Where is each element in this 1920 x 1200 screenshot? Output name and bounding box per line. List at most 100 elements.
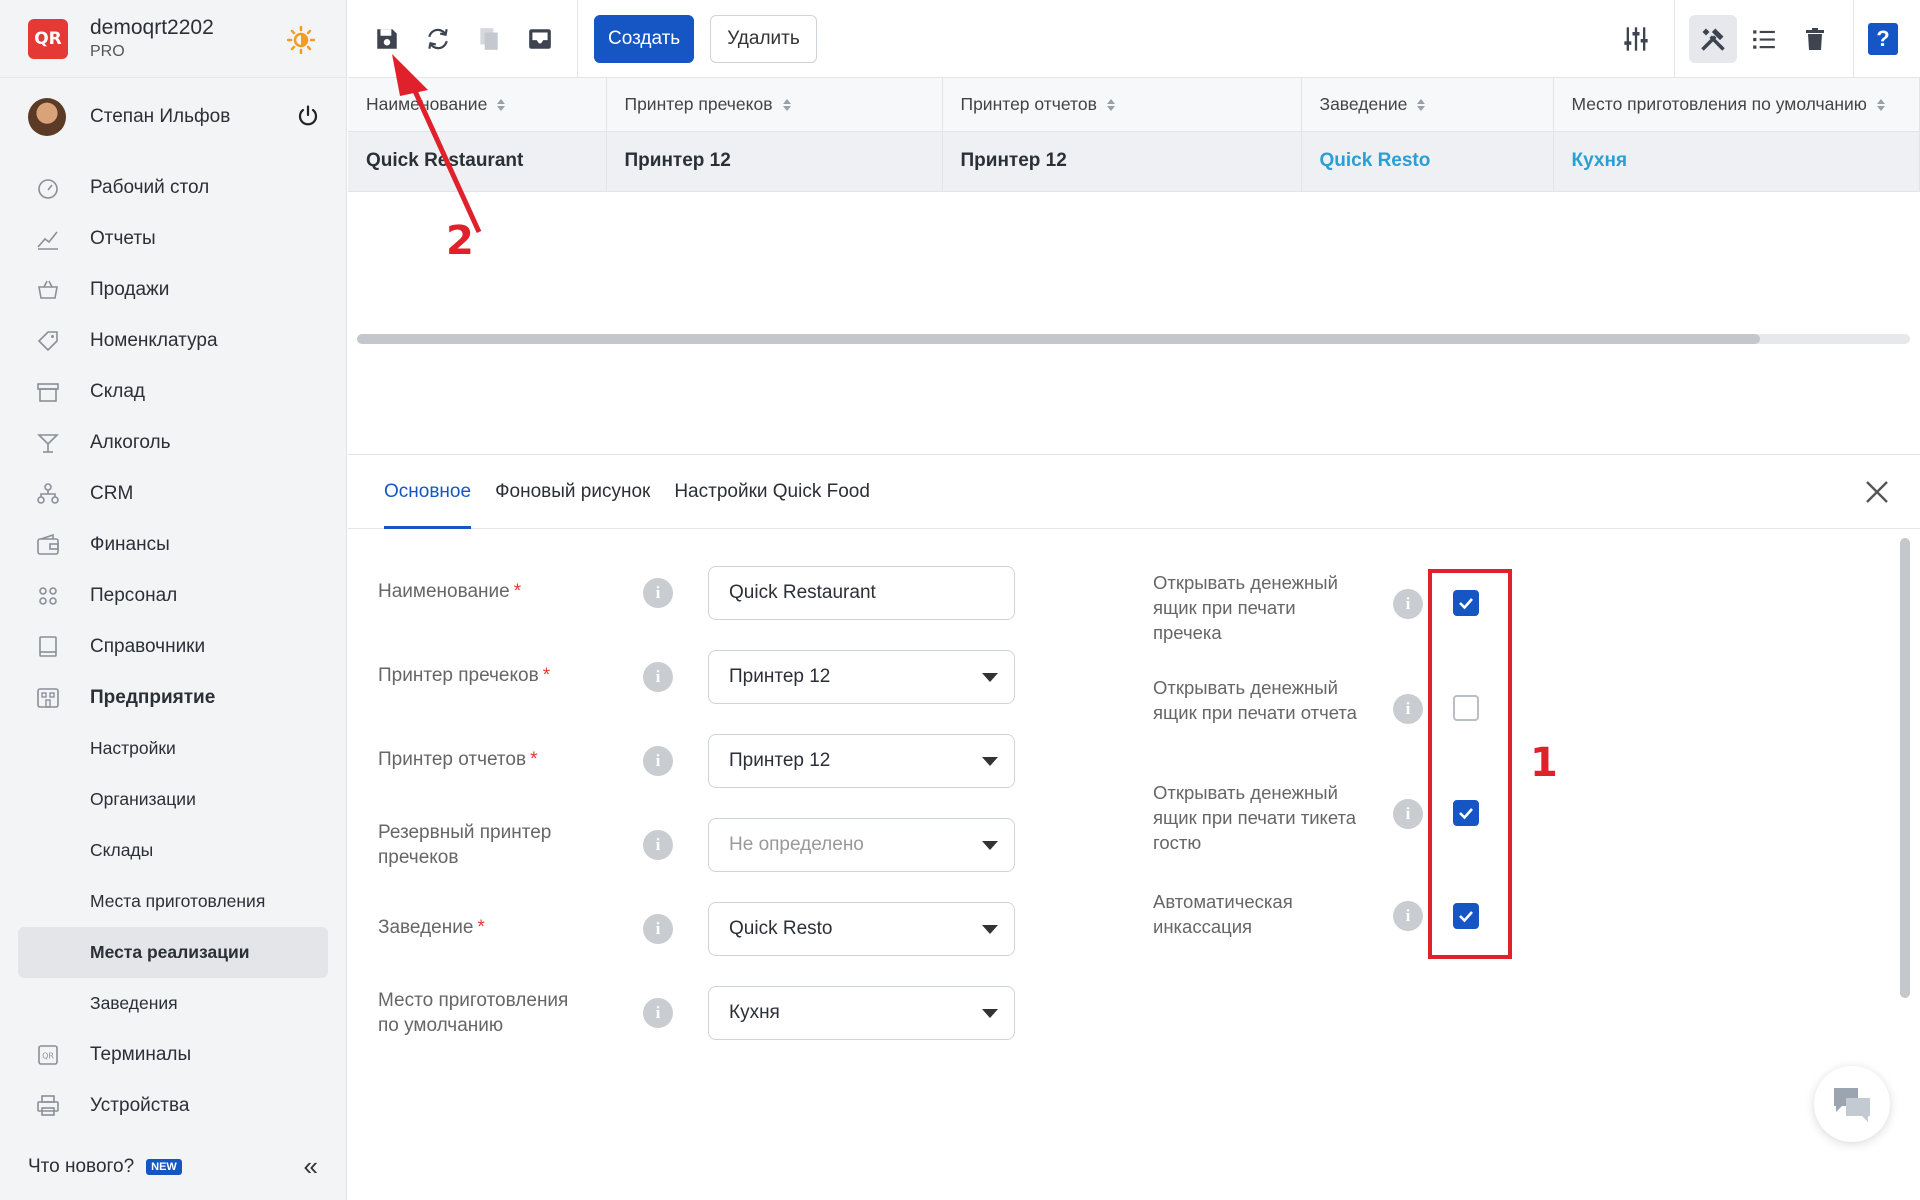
sidebar-item-terminals[interactable]: QR Терминалы — [0, 1029, 346, 1080]
avatar — [28, 98, 66, 136]
book-icon — [39, 636, 57, 657]
filter-sliders-icon[interactable] — [1612, 15, 1660, 63]
scrollbar-thumb[interactable] — [357, 334, 1760, 344]
field-label: Наименование * — [378, 581, 522, 602]
info-icon[interactable]: i — [1393, 901, 1423, 931]
app-logo: QR — [28, 18, 68, 59]
checkbox-label: Автоматическая инкассация — [1153, 891, 1293, 937]
default-cooking-place-select[interactable]: Кухня — [708, 986, 1015, 1040]
sidebar-subitem-sale-places[interactable]: Места реализации — [18, 927, 328, 978]
info-icon[interactable]: i — [1393, 694, 1423, 724]
data-table: Наименование Принтер пречеков Принтер от… — [348, 78, 1920, 455]
chevron-down-icon — [982, 757, 998, 766]
sidebar-item-label: Справочники — [90, 635, 206, 657]
svg-text:QR: QR — [42, 1052, 54, 1061]
info-icon[interactable]: i — [643, 830, 673, 860]
name-input[interactable]: Quick Restaurant — [708, 566, 1015, 620]
inbox-icon[interactable] — [525, 24, 555, 54]
trash-icon[interactable] — [1791, 15, 1839, 63]
form-row-precheck-printer: Принтер пречеков * i Принтер 12 — [378, 650, 1018, 704]
column-header-establishment[interactable]: Заведение — [1301, 78, 1554, 132]
printer-icon — [37, 1095, 59, 1116]
horizontal-scrollbar[interactable] — [357, 334, 1910, 344]
refresh-icon[interactable] — [423, 24, 453, 54]
tab-quick-food[interactable]: Настройки Quick Food — [674, 455, 870, 529]
cocktail-icon — [37, 434, 59, 453]
sidebar-subitem-warehouses[interactable]: Склады — [0, 825, 346, 876]
copy-icon[interactable] — [474, 24, 504, 54]
help-icon[interactable]: ? — [1868, 22, 1898, 55]
report-printer-select[interactable]: Принтер 12 — [708, 734, 1015, 788]
sidebar-item-dashboard[interactable]: Рабочий стол — [0, 162, 346, 213]
user-row[interactable]: Степан Ильфов — [0, 78, 346, 156]
sidebar-item-alcohol[interactable]: Алкоголь — [0, 417, 346, 468]
staff-icon — [39, 587, 57, 605]
power-icon[interactable] — [297, 105, 319, 127]
sidebar-item-directories[interactable]: Справочники — [0, 621, 346, 672]
account-header[interactable]: QR demoqrt2202 PRO — [0, 0, 346, 78]
sidebar-item-label: Продажи — [90, 278, 170, 300]
select-value: Не определено — [729, 834, 864, 855]
select-value: Принтер 12 — [729, 666, 831, 687]
info-icon[interactable]: i — [643, 914, 673, 944]
establishment-select[interactable]: Quick Resto — [708, 902, 1015, 956]
table-cell-link[interactable]: Кухня — [1553, 131, 1920, 192]
chat-icon — [1834, 1088, 1870, 1122]
basket-icon — [38, 280, 58, 299]
sidebar-item-label: Терминалы — [90, 1043, 192, 1065]
sidebar-subitem-organizations[interactable]: Организации — [0, 774, 346, 825]
tab-main[interactable]: Основное — [384, 455, 472, 529]
close-icon[interactable] — [1864, 479, 1890, 505]
crm-icon — [37, 483, 59, 504]
tools-icon[interactable] — [1689, 14, 1737, 63]
sidebar-item-devices[interactable]: Устройства — [0, 1080, 346, 1131]
detail-tabs: Основное Фоновый рисунок Настройки Quick… — [348, 455, 1920, 529]
list-icon[interactable] — [1740, 15, 1788, 63]
field-label: Заведение * — [378, 917, 485, 938]
collapse-sidebar-icon[interactable]: « — [304, 1151, 318, 1182]
tab-background[interactable]: Фоновый рисунок — [495, 455, 650, 529]
save-icon[interactable] — [372, 24, 402, 54]
table-row[interactable]: Quick Restaurant Принтер 12 Принтер 12 Q… — [348, 131, 1920, 192]
chevron-down-icon — [982, 925, 998, 934]
select-value: Quick Resto — [729, 918, 833, 939]
sidebar-subitem-cooking-places[interactable]: Места приготовления — [0, 876, 346, 927]
chat-button[interactable] — [1814, 1066, 1890, 1142]
precheck-printer-select[interactable]: Принтер 12 — [708, 650, 1015, 704]
chevron-down-icon — [982, 673, 998, 682]
theme-sun-icon[interactable] — [287, 26, 315, 54]
sidebar-item-reports[interactable]: Отчеты — [0, 213, 346, 264]
info-icon[interactable]: i — [1393, 799, 1423, 829]
sidebar-item-label: CRM — [90, 482, 134, 504]
column-header-report-printer[interactable]: Принтер отчетов — [942, 78, 1302, 132]
column-header-default-cooking-place[interactable]: Место приготовления по умолчанию — [1553, 78, 1920, 132]
sidebar-subitem-settings[interactable]: Настройки — [0, 723, 346, 774]
sidebar-item-label: Номенклатура — [90, 329, 218, 351]
info-icon[interactable]: i — [643, 746, 673, 776]
sidebar-item-finance[interactable]: Финансы — [0, 519, 346, 570]
sidebar-item-enterprise[interactable]: Предприятие — [0, 672, 346, 723]
column-header-precheck-printer[interactable]: Принтер пречеков — [606, 78, 943, 132]
whats-new-link[interactable]: Что нового? — [28, 1156, 134, 1178]
sidebar-item-warehouse[interactable]: Склад — [0, 366, 346, 417]
sidebar-item-sales[interactable]: Продажи — [0, 264, 346, 315]
sidebar-item-label: Рабочий стол — [90, 176, 210, 198]
sidebar-item-crm[interactable]: CRM — [0, 468, 346, 519]
table-cell-link[interactable]: Quick Resto — [1301, 131, 1554, 192]
info-icon[interactable]: i — [643, 662, 673, 692]
annotation-number-1: 1 — [1530, 740, 1558, 786]
sidebar-item-staff[interactable]: Персонал — [0, 570, 346, 621]
info-icon[interactable]: i — [643, 998, 673, 1028]
chevron-down-icon — [982, 841, 998, 850]
create-button[interactable]: Создать — [594, 14, 695, 63]
sidebar-item-label: Персонал — [90, 584, 178, 606]
sidebar-subitem-establishments[interactable]: Заведения — [0, 978, 346, 1029]
info-icon[interactable]: i — [643, 578, 673, 608]
vertical-scrollbar[interactable] — [1900, 538, 1910, 998]
delete-button[interactable]: Удалить — [710, 14, 817, 63]
sort-icon — [1876, 99, 1885, 112]
sidebar: QR demoqrt2202 PRO Степан Ильфов Рабочий — [0, 0, 347, 1200]
backup-printer-select[interactable]: Не определено — [708, 818, 1015, 872]
sidebar-item-nomenclature[interactable]: Номенклатура — [0, 315, 346, 366]
info-icon[interactable]: i — [1393, 589, 1423, 619]
